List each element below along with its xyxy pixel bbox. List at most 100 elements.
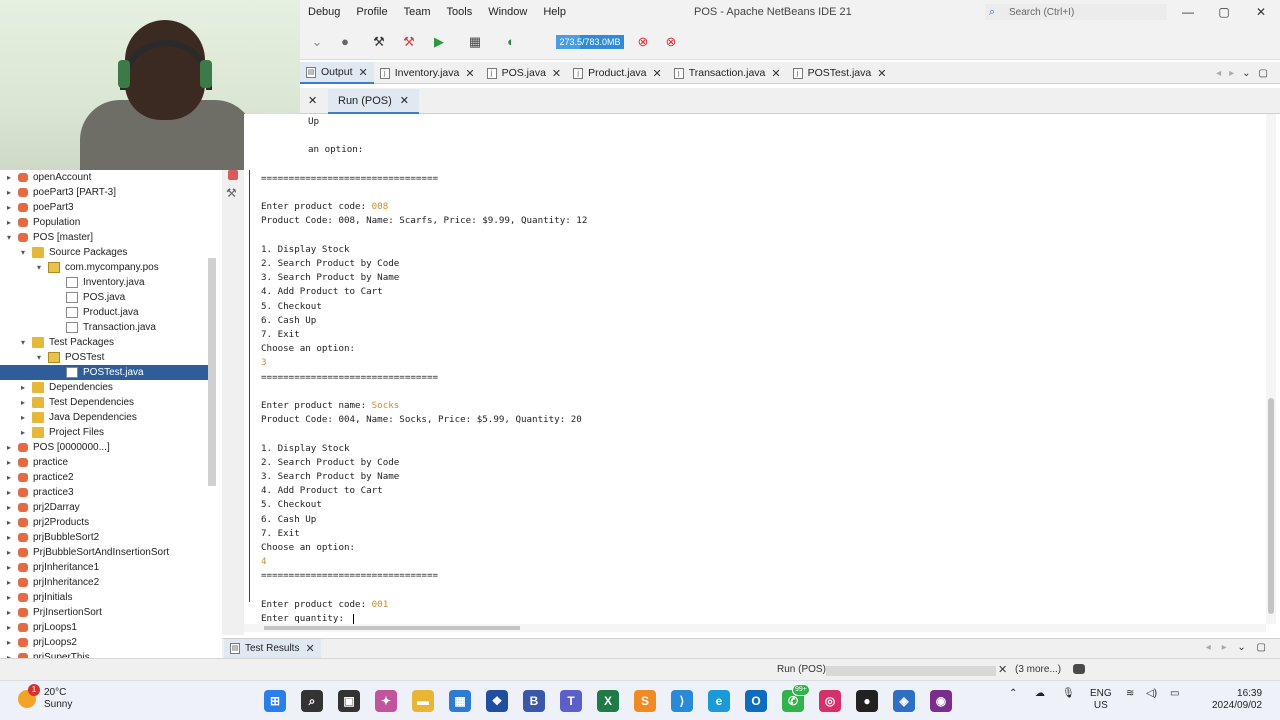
close-tab-icon[interactable]: ✕ [465, 67, 474, 80]
store-icon[interactable]: ▦ [449, 690, 471, 712]
expand-icon[interactable]: ▸ [18, 413, 28, 422]
windows-start-icon[interactable]: ⊞ [264, 690, 286, 712]
tab-postest-java[interactable]: j POSTest.java ✕ [787, 62, 893, 84]
collapse-icon[interactable]: ▾ [4, 233, 14, 242]
menu-help[interactable]: Help [535, 0, 574, 24]
projects-scrollbar-thumb[interactable] [208, 258, 216, 486]
tree-item[interactable]: ▸ prjBubbleSort2 [0, 530, 99, 545]
tree-item[interactable]: POS.java [0, 290, 125, 305]
edge-icon[interactable]: e [708, 690, 730, 712]
scroll-left-icon[interactable]: ◂ [1206, 642, 1211, 653]
scroll-right-icon[interactable]: ▸ [1222, 642, 1227, 653]
microphone-icon[interactable]: 🎙 [1062, 688, 1075, 700]
expand-icon[interactable]: ▸ [18, 398, 28, 407]
outlook-icon[interactable]: O [745, 690, 767, 712]
network-cloud-icon[interactable]: ☁ [1035, 688, 1045, 700]
vscode-icon[interactable]: ⟩ [671, 690, 693, 712]
expand-icon[interactable]: ▸ [4, 563, 14, 572]
expand-icon[interactable]: ▸ [4, 458, 14, 467]
collapse-icon[interactable]: ▾ [34, 263, 44, 272]
menu-team[interactable]: Team [396, 0, 439, 24]
bootstrap-icon[interactable]: B [523, 690, 545, 712]
clean-and-build-icon[interactable]: ⚒ [400, 33, 418, 51]
clean-build-icon[interactable]: ● [336, 33, 354, 51]
scrollbar-thumb[interactable] [1268, 398, 1274, 614]
tree-item[interactable]: ▸ prjInitials [0, 590, 72, 605]
tree-item[interactable]: Transaction.java [0, 320, 156, 335]
tree-item[interactable]: ▸ poePart3 [PART-3] [0, 185, 116, 200]
close-tab-icon[interactable]: ✕ [771, 67, 780, 80]
settings-tools-icon[interactable]: ⚒ [226, 186, 237, 200]
stop-icon[interactable] [228, 170, 238, 180]
console-vertical-scrollbar[interactable] [1266, 114, 1276, 624]
wifi-icon[interactable]: ≋ [1126, 688, 1134, 700]
expand-icon[interactable]: ▸ [18, 383, 28, 392]
tree-item[interactable]: ▾ POSTest [0, 350, 104, 365]
tree-item[interactable]: ▸ prj2Darray [0, 500, 80, 515]
battery-icon[interactable]: ▭ [1170, 688, 1179, 700]
expand-icon[interactable]: ▸ [4, 503, 14, 512]
menu-debug[interactable]: Debug [300, 0, 348, 24]
tab-inventory-java[interactable]: j Inventory.java ✕ [374, 62, 481, 84]
tree-item[interactable]: ▸ practice3 [0, 485, 74, 500]
tree-item[interactable]: ▸ PrjBubbleSortAndInsertionSort [0, 545, 169, 560]
close-tab-icon[interactable]: ✕ [552, 67, 561, 80]
tab-list-dropdown-icon[interactable]: ⌄ [1242, 68, 1250, 79]
tree-item[interactable]: ▸ Test Dependencies [0, 395, 134, 410]
copilot-icon[interactable]: ✦ [375, 690, 397, 712]
minimize-button[interactable]: — [1170, 0, 1206, 24]
close-previous-output-icon[interactable]: ✕ [308, 94, 317, 107]
tab-scroll-left-icon[interactable]: ◂ [1216, 68, 1221, 79]
gc-icon[interactable]: ⊗ [634, 33, 652, 51]
show-hidden-icons-icon[interactable]: ⌃ [1009, 688, 1017, 700]
close-tab-icon[interactable]: ✕ [305, 642, 314, 655]
collapse-icon[interactable]: ▾ [18, 248, 28, 257]
tree-item[interactable]: ▾ com.mycompany.pos [0, 260, 159, 275]
profile-snapshot-icon[interactable]: ⊗ [662, 33, 680, 51]
search-input[interactable]: ⌕ Search (Ctrl+I) [985, 4, 1167, 20]
tree-item[interactable]: ▾ Test Packages [0, 335, 114, 350]
instagram-icon[interactable]: ◎ [819, 690, 841, 712]
tab-output[interactable]: ▤ Output ✕ [300, 62, 374, 84]
obs-icon[interactable]: ◉ [930, 690, 952, 712]
expand-icon[interactable]: ▸ [4, 533, 14, 542]
run-icon[interactable]: ▶ [430, 33, 448, 51]
menu-window[interactable]: Window [480, 0, 535, 24]
expand-icon[interactable]: ▸ [4, 623, 14, 632]
tab-test-results[interactable]: ▤ Test Results ✕ [224, 639, 321, 658]
tab-scroll-right-icon[interactable]: ▸ [1229, 68, 1234, 79]
expand-icon[interactable]: ▸ [4, 578, 14, 587]
weather-widget[interactable]: 1 20°C Sunny [18, 684, 72, 711]
tree-item[interactable]: POSTest.java [0, 365, 208, 380]
more-tasks-link[interactable]: (3 more...) [1015, 664, 1061, 675]
tree-item[interactable]: ▸ Project Files [0, 425, 104, 440]
menu-tools[interactable]: Tools [439, 0, 481, 24]
expand-icon[interactable]: ▸ [4, 518, 14, 527]
expand-icon[interactable]: ▸ [4, 203, 14, 212]
maximize-panel-icon[interactable]: ▢ [1257, 642, 1266, 653]
menu-profile[interactable]: Profile [348, 0, 395, 24]
config-dropdown-icon[interactable]: ⌄ [308, 33, 326, 51]
expand-icon[interactable]: ▸ [4, 173, 14, 182]
notifications-icon[interactable] [1073, 664, 1085, 674]
expand-icon[interactable]: ▸ [4, 638, 14, 647]
close-tab-icon[interactable]: ✕ [359, 66, 368, 79]
system-clock[interactable]: 16:39 2024/09/02 [1212, 688, 1262, 712]
task-view-icon[interactable]: ▣ [338, 690, 360, 712]
search-icon[interactable]: ⌕ [301, 690, 323, 712]
tree-item[interactable]: ▸ poePart3 [0, 200, 74, 215]
collapse-icon[interactable]: ▾ [34, 353, 44, 362]
expand-icon[interactable]: ▸ [4, 608, 14, 617]
tab-pos-java[interactable]: j POS.java ✕ [481, 62, 568, 84]
tree-item[interactable]: ▸ prj2Products [0, 515, 89, 530]
tree-item[interactable]: ▾ Source Packages [0, 245, 127, 260]
maximize-button[interactable]: ▢ [1206, 0, 1242, 24]
expand-icon[interactable]: ▸ [4, 593, 14, 602]
console-horizontal-scrollbar[interactable] [244, 624, 1266, 632]
collapse-icon[interactable]: ▾ [18, 338, 28, 347]
github-icon[interactable]: ● [856, 690, 878, 712]
dropdown-icon[interactable]: ⌄ [1237, 642, 1245, 653]
tree-item[interactable]: ▸ prjInheritance2 [0, 575, 99, 590]
sublime-icon[interactable]: S [634, 690, 656, 712]
file-explorer-icon[interactable]: ▬ [412, 690, 434, 712]
